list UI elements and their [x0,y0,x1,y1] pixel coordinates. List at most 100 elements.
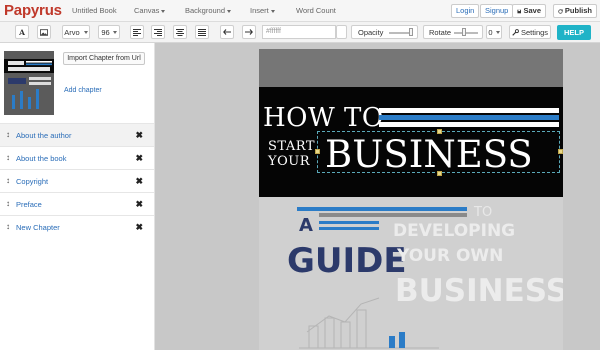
subtitle-guide[interactable]: GUIDE [287,241,407,281]
sub-stripe-short [319,221,379,224]
import-chapter-button[interactable]: Import Chapter from Url [63,52,145,65]
resize-handle-bottom[interactable] [437,171,442,176]
title-line-your[interactable]: YOUR [268,154,310,169]
word-count-link[interactable]: Word Count [296,6,336,15]
opacity-slider-handle[interactable] [408,28,413,36]
menu-insert[interactable]: Insert [250,6,275,15]
rotate-slider-handle[interactable] [462,28,466,36]
color-swatch[interactable] [336,25,347,39]
book-cover-page[interactable]: HOW TO START YOUR BUSINESS A GUIDE TO DE… [259,49,563,350]
top-navbar: Papyrus Untitled Book Canvas Background … [0,0,600,22]
arrow-left-icon [223,29,231,35]
cover-top-texture [259,49,563,87]
align-justify-button[interactable] [195,25,209,39]
cover-lower-section: A GUIDE TO DEVELOPING YOUR OWN BUSINESS [259,197,563,350]
menu-background[interactable]: Background [185,6,232,15]
save-icon [517,9,522,13]
wrench-icon [512,28,519,36]
align-left-icon [133,28,141,36]
rotate-slider[interactable] [454,32,478,34]
drag-handle-icon[interactable]: ↕ [6,222,10,231]
align-center-icon [176,28,184,36]
subtitle-developing[interactable]: DEVELOPING [393,221,515,241]
add-chapter-link[interactable]: Add chapter [64,87,102,94]
title-stripe-white-2 [379,122,559,127]
drag-handle-icon[interactable]: ↕ [6,153,10,162]
chapter-label[interactable]: Copyright [16,177,48,186]
publish-button[interactable]: Publish [553,4,597,18]
chapter-item[interactable]: ↕ About the book ✖ [0,146,154,169]
resize-handle-left[interactable] [315,149,320,154]
chapter-sidebar: Import Chapter from Url Add chapter ↕ Abo… [0,43,155,350]
chapter-label[interactable]: New Chapter [16,223,60,232]
resize-handle-top[interactable] [437,129,442,134]
align-right-button[interactable] [151,25,165,39]
delete-chapter-icon[interactable]: ✖ [135,199,143,210]
canvas-area: HOW TO START YOUR BUSINESS A GUIDE TO DE… [155,43,600,350]
title-line-start[interactable]: START [268,139,315,154]
resize-handle-right[interactable] [558,149,563,154]
align-center-button[interactable] [173,25,187,39]
font-family-select[interactable]: Arvo [62,25,90,39]
cover-chart-graphic [299,297,439,349]
drag-handle-icon[interactable]: ↕ [6,130,10,139]
align-justify-icon [198,28,206,36]
signup-button[interactable]: Signup [480,4,514,18]
align-left-button[interactable] [130,25,144,39]
save-button[interactable]: Save [512,4,546,18]
chevron-down-icon [161,9,166,13]
chapter-item[interactable]: ↕ New Chapter ✖ [0,215,154,238]
chapter-item[interactable]: ↕ About the author ✖ [0,123,154,146]
sub-stripe-short-2 [319,227,379,230]
chapter-item[interactable]: ↕ Preface ✖ [0,192,154,215]
subtitle-your-own[interactable]: YOUR OWN [397,246,503,266]
delete-chapter-icon[interactable]: ✖ [135,176,143,187]
book-cover-thumbnail[interactable] [4,51,54,115]
align-right-icon [154,28,162,36]
image-tool-button[interactable] [37,25,51,39]
chevron-down-icon [270,9,275,13]
image-icon [40,28,48,36]
chevron-down-icon [112,30,117,34]
rotate-value-select[interactable]: 0 [486,25,502,39]
rotate-control: Rotate [423,25,483,39]
selection-box[interactable] [317,131,560,173]
title-line-how-to[interactable]: HOW TO [263,103,384,133]
chapter-list: ↕ About the author ✖ ↕ About the book ✖ ↕ Copyr… [0,123,154,238]
title-stripe-blue [379,115,559,120]
sub-stripe-blue [297,207,467,211]
cover-thumbnail-graphic [4,51,54,115]
opacity-control: Opacity [351,25,418,39]
move-back-button[interactable] [220,25,234,39]
delete-chapter-icon[interactable]: ✖ [135,153,143,164]
publish-icon [558,8,563,14]
sub-stripe-grey [319,213,467,217]
login-button[interactable]: Login [451,4,480,18]
menu-canvas[interactable]: Canvas [134,6,166,15]
format-toolbar: A Arvo 96 #ffffff Opacity Rotate 0 Setti… [0,22,600,43]
move-forward-button[interactable] [242,25,256,39]
arrow-right-icon [245,29,253,35]
delete-chapter-icon[interactable]: ✖ [135,222,143,233]
chapter-label[interactable]: About the author [16,131,71,140]
book-title[interactable]: Untitled Book [72,6,117,15]
subtitle-a[interactable]: A [299,215,313,236]
chevron-down-icon [495,30,500,34]
settings-button[interactable]: Settings [509,25,551,39]
app-logo[interactable]: Papyrus [4,2,62,19]
drag-handle-icon[interactable]: ↕ [6,199,10,208]
text-tool-button[interactable]: A [15,25,29,39]
help-button[interactable]: HELP [557,25,591,40]
drag-handle-icon[interactable]: ↕ [6,176,10,185]
font-size-select[interactable]: 96 [98,25,120,39]
chevron-down-icon [227,9,232,13]
subtitle-to[interactable]: TO [474,205,492,220]
chevron-down-icon [83,30,88,34]
delete-chapter-icon[interactable]: ✖ [135,130,143,141]
color-hex-input[interactable]: #ffffff [262,25,336,39]
chapter-label[interactable]: Preface [16,200,42,209]
title-banner: HOW TO START YOUR BUSINESS [259,87,563,197]
chapter-label[interactable]: About the book [16,154,66,163]
title-stripe-white [379,108,559,113]
chapter-item[interactable]: ↕ Copyright ✖ [0,169,154,192]
